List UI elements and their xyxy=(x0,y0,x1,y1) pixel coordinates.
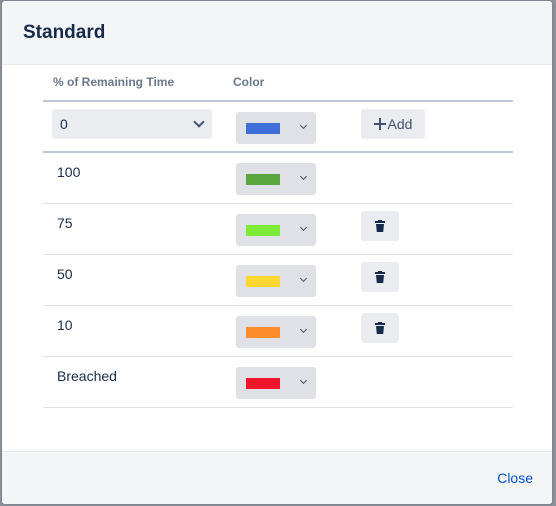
table-header: % of Remaining Time Color xyxy=(53,75,513,99)
row-value: Breached xyxy=(57,368,117,384)
color-select[interactable] xyxy=(236,163,316,195)
column-header-percent: % of Remaining Time xyxy=(53,75,175,89)
row-value: 75 xyxy=(57,215,73,231)
add-button[interactable]: Add xyxy=(361,109,425,139)
percent-select-value: 0 xyxy=(60,116,68,132)
table-row: 10 xyxy=(43,306,513,357)
row-value: 50 xyxy=(57,266,73,282)
chevron-down-icon xyxy=(299,274,308,283)
column-header-color: Color xyxy=(233,75,265,89)
color-swatch xyxy=(246,123,280,134)
trash-icon xyxy=(375,322,385,334)
row-value: 100 xyxy=(57,164,81,180)
color-select[interactable] xyxy=(236,214,316,246)
color-swatch xyxy=(246,378,280,389)
dialog-header: Standard xyxy=(2,1,552,65)
close-button[interactable]: Close xyxy=(497,470,533,486)
delete-button[interactable] xyxy=(361,262,399,292)
row-value: 10 xyxy=(57,317,73,333)
color-select[interactable] xyxy=(236,367,316,399)
chevron-down-icon xyxy=(193,116,205,128)
delete-button[interactable] xyxy=(361,211,399,241)
trash-icon xyxy=(375,220,385,232)
color-select[interactable] xyxy=(236,265,316,297)
chevron-down-icon xyxy=(299,325,308,334)
add-button-label: Add xyxy=(387,116,413,132)
threshold-dialog: Standard % of Remaining Time Color 0 Add… xyxy=(2,1,552,504)
new-color-select[interactable] xyxy=(236,112,316,144)
percent-select[interactable]: 0 xyxy=(52,109,212,139)
header-divider xyxy=(43,100,513,102)
plus-icon xyxy=(373,118,386,130)
delete-button[interactable] xyxy=(361,313,399,343)
color-swatch xyxy=(246,174,280,185)
add-threshold-row: 0 Add xyxy=(43,109,513,151)
dialog-body: % of Remaining Time Color 0 Add 100 75 50 1… xyxy=(2,65,552,451)
chevron-down-icon xyxy=(299,223,308,232)
table-row: 50 xyxy=(43,255,513,306)
chevron-down-icon xyxy=(299,172,308,181)
dialog-title: Standard xyxy=(23,21,106,43)
table-row: 100 xyxy=(43,153,513,204)
chevron-down-icon xyxy=(299,376,308,385)
trash-icon xyxy=(375,271,385,283)
color-swatch xyxy=(246,276,280,287)
color-swatch xyxy=(246,225,280,236)
table-row: 75 xyxy=(43,204,513,255)
table-row: Breached xyxy=(43,357,513,408)
dialog-footer: Close xyxy=(2,451,552,504)
chevron-down-icon xyxy=(299,121,308,130)
color-swatch xyxy=(246,327,280,338)
color-select[interactable] xyxy=(236,316,316,348)
